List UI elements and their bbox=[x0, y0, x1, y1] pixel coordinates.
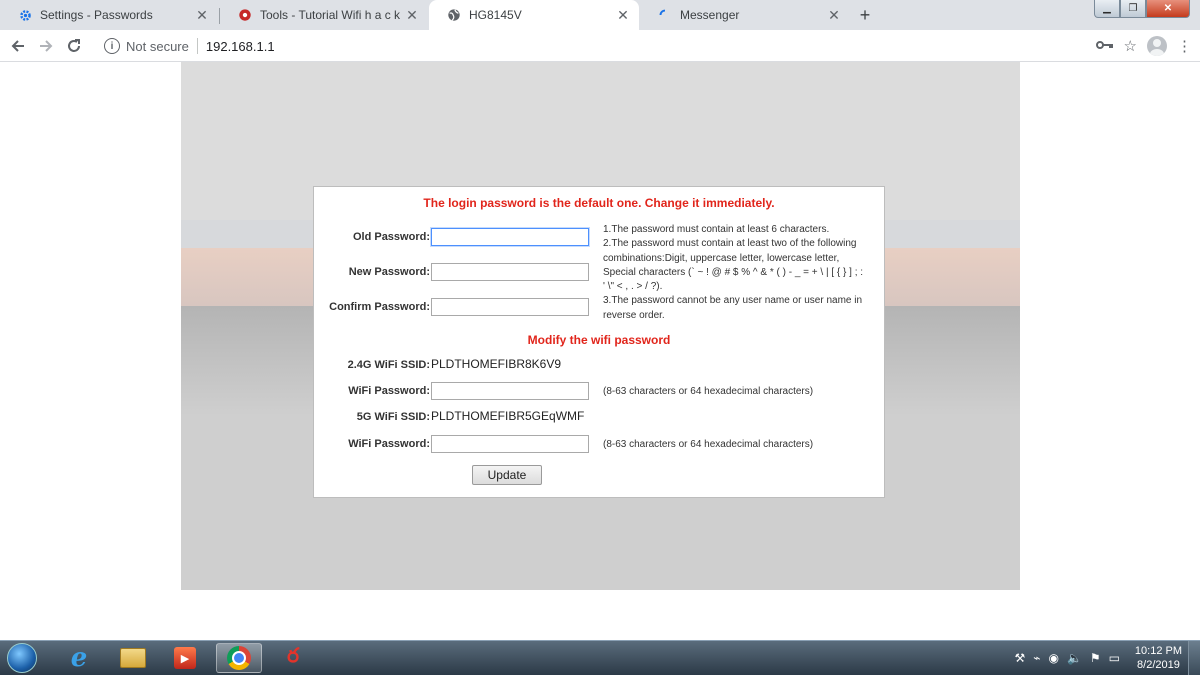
taskbar-chrome[interactable] bbox=[216, 643, 262, 673]
close-icon[interactable]: ✕ bbox=[404, 7, 420, 24]
address-divider bbox=[196, 38, 198, 54]
wifi-password-label: WiFi Password: bbox=[348, 438, 430, 450]
old-password-field[interactable] bbox=[431, 228, 589, 246]
change-password-dialog: The login password is the default one. C… bbox=[313, 186, 885, 498]
tab-hg8145v[interactable]: HG8145V ✕ bbox=[429, 0, 639, 30]
folder-icon bbox=[120, 648, 146, 668]
tray-network-icon[interactable]: ⌁ bbox=[1033, 651, 1040, 665]
taskbar-ie[interactable]: e bbox=[56, 643, 102, 673]
back-button[interactable] bbox=[4, 32, 32, 60]
window-controls: ▁ ❐ ✕ bbox=[1094, 0, 1190, 20]
windows-taskbar: e ▶ ర ⚒ ⌁ ◉ 🔈 ⚑ ▭ 10:12 PM 8/2/2019 bbox=[0, 640, 1200, 675]
profile-avatar[interactable] bbox=[1147, 36, 1167, 56]
page-viewport: The login password is the default one. C… bbox=[0, 62, 1200, 640]
menu-icon[interactable]: ⋮ bbox=[1177, 37, 1192, 55]
security-status: Not secure bbox=[126, 38, 189, 54]
close-icon[interactable]: ✕ bbox=[826, 7, 842, 24]
tab-strip: Settings - Passwords ✕ Tools - Tutorial … bbox=[0, 0, 1200, 30]
gear-icon bbox=[18, 8, 32, 22]
password-rule: 2.The password must contain at least two… bbox=[603, 238, 864, 293]
tab-tools-tutorial[interactable]: Tools - Tutorial Wifi h a c k i n g ✕ bbox=[220, 0, 428, 30]
taskbar-explorer[interactable] bbox=[110, 643, 156, 673]
ssid-5g-label: 5G WiFi SSID: bbox=[356, 411, 430, 423]
show-desktop-button[interactable] bbox=[1188, 641, 1200, 675]
info-icon[interactable]: i bbox=[104, 38, 120, 54]
browser-toolbar: i Not secure 192.168.1.1 ☆ ⋮ bbox=[0, 30, 1200, 62]
confirm-password-field[interactable] bbox=[431, 298, 589, 316]
ssid-24g-label: 2.4G WiFi SSID: bbox=[347, 359, 430, 371]
ssid-24g-value: PLDTHOMEFIBR8K6V9 bbox=[431, 357, 562, 371]
wifi-password-hint: (8-63 characters or 64 hexadecimal chara… bbox=[603, 439, 814, 450]
url-text[interactable]: 192.168.1.1 bbox=[206, 39, 275, 54]
reload-icon bbox=[68, 38, 80, 52]
wifi-5g-password-field[interactable] bbox=[431, 435, 589, 453]
old-password-label: Old Password: bbox=[352, 231, 430, 243]
new-tab-button[interactable]: + bbox=[853, 4, 877, 26]
close-icon[interactable]: ✕ bbox=[615, 7, 631, 24]
tab-title: Messenger bbox=[680, 8, 740, 22]
key-icon[interactable] bbox=[1095, 38, 1114, 55]
toolbar-right: ☆ ⋮ bbox=[1095, 30, 1192, 62]
clock-time: 10:12 PM bbox=[1134, 645, 1182, 657]
tray-wrench-icon[interactable]: ⚒ bbox=[1014, 651, 1025, 665]
system-tray: ⚒ ⌁ ◉ 🔈 ⚑ ▭ bbox=[1014, 641, 1120, 675]
tray-display-icon[interactable]: ▭ bbox=[1109, 651, 1120, 665]
minimize-button[interactable]: ▁ bbox=[1094, 0, 1120, 18]
tab-messenger[interactable]: Messenger ✕ bbox=[640, 0, 850, 30]
password-rule: 3.The password cannot be any user name o… bbox=[603, 295, 863, 321]
wifi-section-title: Modify the wifi password bbox=[527, 333, 671, 347]
new-password-label: New Password: bbox=[348, 266, 430, 278]
windows-orb-icon bbox=[7, 643, 37, 673]
tab-settings-passwords[interactable]: Settings - Passwords ✕ bbox=[0, 0, 218, 30]
taskbar-media-player[interactable]: ▶ bbox=[162, 643, 208, 673]
password-rules: 1.The password must contain at least 6 c… bbox=[603, 223, 865, 323]
taskbar-clock[interactable]: 10:12 PM 8/2/2019 bbox=[1135, 644, 1182, 672]
globe-icon bbox=[447, 8, 461, 22]
start-button[interactable] bbox=[4, 641, 40, 675]
tray-disc-icon[interactable]: ◉ bbox=[1048, 651, 1058, 665]
tab-title: HG8145V bbox=[469, 8, 522, 22]
maximize-button[interactable]: ❐ bbox=[1120, 0, 1146, 18]
volume-icon[interactable]: 🔈 bbox=[1067, 651, 1082, 665]
wifi-24g-password-field[interactable] bbox=[431, 382, 589, 400]
close-icon[interactable]: ✕ bbox=[194, 7, 210, 24]
window-close-button[interactable]: ✕ bbox=[1146, 0, 1190, 18]
bookmark-star-icon[interactable]: ☆ bbox=[1124, 37, 1137, 55]
reload-button[interactable] bbox=[60, 32, 88, 60]
new-password-field[interactable] bbox=[431, 263, 589, 281]
default-password-warning: The login password is the default one. C… bbox=[423, 196, 775, 210]
internet-explorer-icon: e bbox=[70, 643, 88, 673]
password-rule: 1.The password must contain at least 6 c… bbox=[603, 224, 830, 235]
update-button[interactable]: Update bbox=[472, 465, 542, 485]
address-bar[interactable]: i Not secure 192.168.1.1 bbox=[96, 33, 1128, 59]
clock-date: 8/2/2019 bbox=[1137, 659, 1180, 671]
tools-icon bbox=[238, 8, 252, 22]
ssid-5g-value: PLDTHOMEFIBR5GEqWMF bbox=[431, 409, 585, 423]
confirm-password-label: Confirm Password: bbox=[329, 301, 430, 313]
wifi-password-label: WiFi Password: bbox=[348, 385, 430, 397]
taskbar-garena[interactable]: ర bbox=[270, 643, 316, 673]
tab-title: Tools - Tutorial Wifi h a c k i n g bbox=[260, 8, 404, 22]
back-arrow-icon bbox=[11, 39, 24, 52]
action-center-flag-icon[interactable]: ⚑ bbox=[1090, 651, 1101, 665]
chrome-icon bbox=[227, 646, 251, 670]
media-player-icon: ▶ bbox=[174, 647, 196, 669]
tab-title: Settings - Passwords bbox=[40, 8, 153, 22]
garena-icon: ర bbox=[287, 644, 299, 667]
forward-button[interactable] bbox=[32, 32, 60, 60]
wifi-password-hint: (8-63 characters or 64 hexadecimal chara… bbox=[603, 386, 814, 397]
forward-arrow-icon bbox=[40, 39, 53, 52]
loading-icon bbox=[658, 8, 672, 22]
